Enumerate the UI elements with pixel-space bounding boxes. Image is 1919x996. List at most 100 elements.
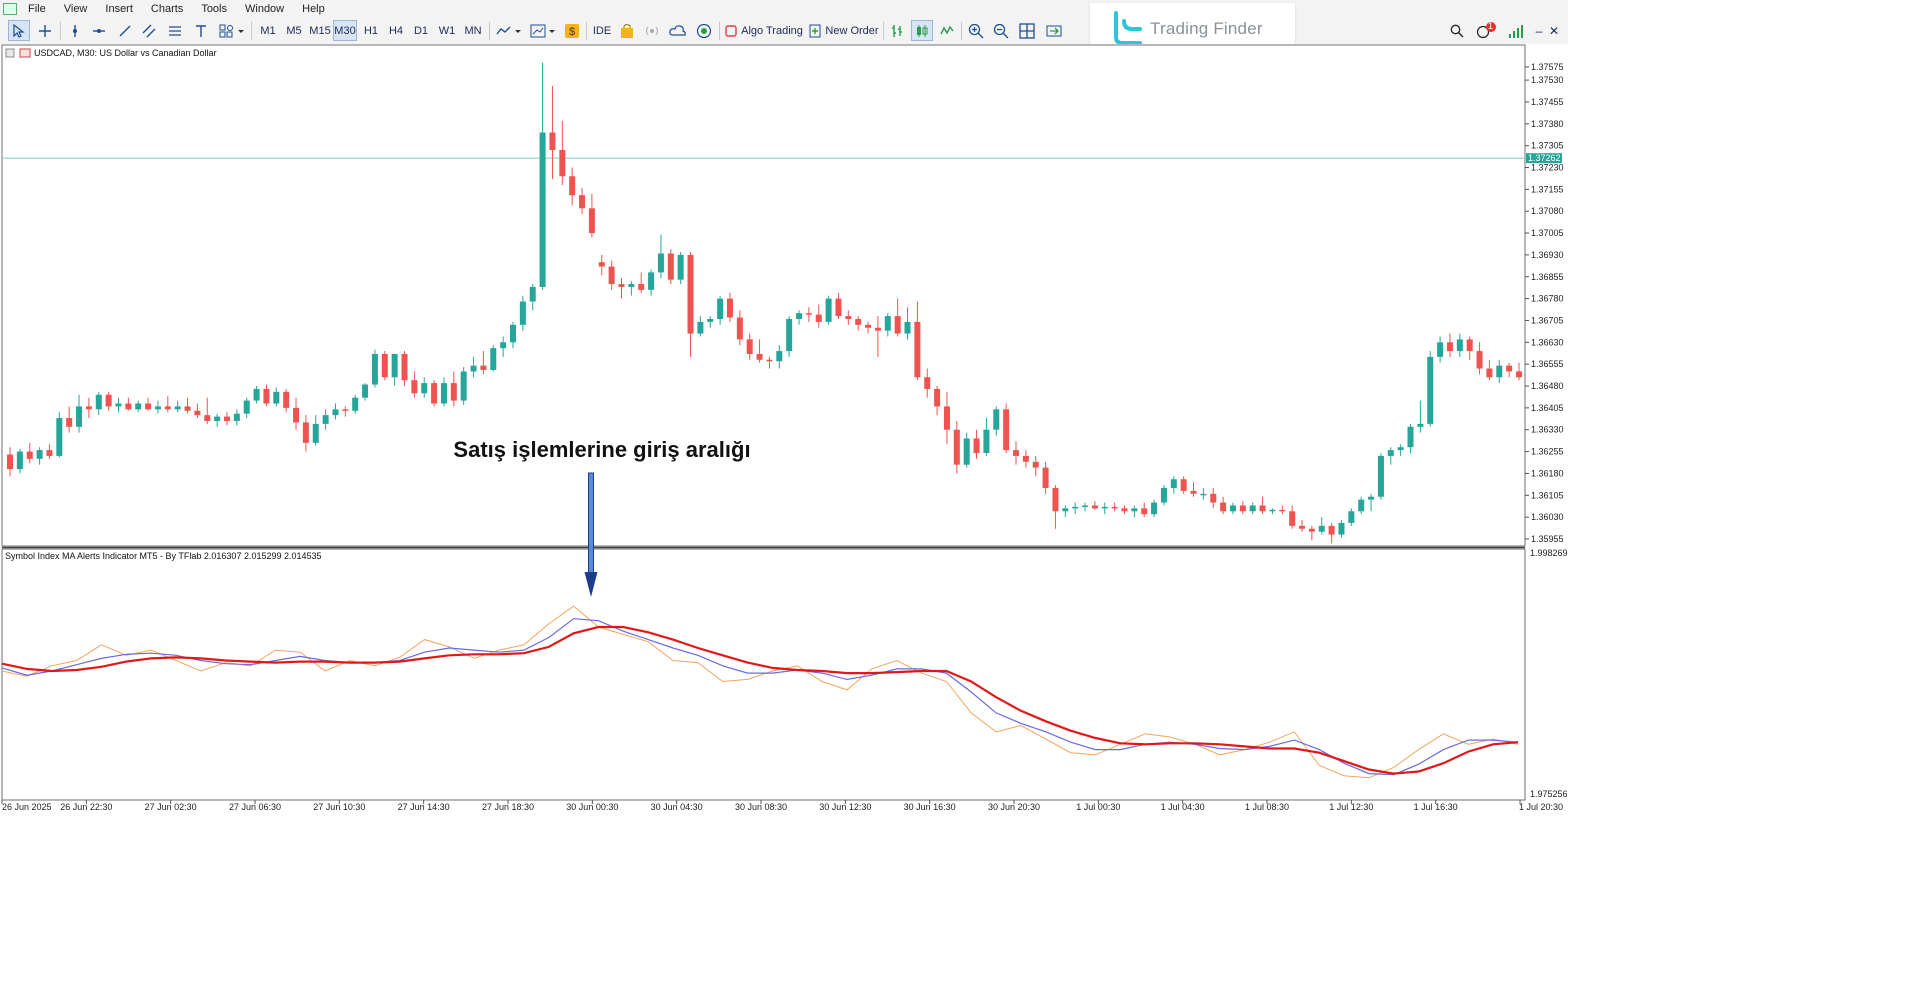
menu-tools[interactable]: Tools bbox=[192, 3, 236, 15]
candle-body bbox=[1121, 508, 1128, 512]
symbol-title: USDCAD, M30: US Dollar vs Canadian Dolla… bbox=[34, 48, 217, 58]
new-order-label: New Order bbox=[825, 24, 879, 37]
candle-body bbox=[1328, 525, 1335, 535]
zoom-out-icon[interactable] bbox=[990, 20, 1012, 41]
candle-body bbox=[115, 403, 122, 407]
candle-body bbox=[539, 132, 546, 287]
timeframe-w1[interactable]: W1 bbox=[435, 20, 459, 41]
timeframe-mn[interactable]: MN bbox=[460, 20, 486, 41]
candle-body bbox=[934, 388, 941, 407]
close-icon[interactable]: ✕ bbox=[1546, 20, 1562, 41]
candle bbox=[1160, 485, 1167, 506]
candle-body bbox=[746, 339, 753, 354]
candle-body bbox=[85, 406, 92, 410]
channel-icon[interactable] bbox=[138, 20, 160, 41]
candle-body bbox=[884, 316, 891, 331]
candle-body bbox=[865, 324, 872, 328]
candle bbox=[381, 351, 388, 381]
notifications-icon[interactable]: 1 bbox=[1474, 20, 1498, 41]
trading-finder-logo-icon bbox=[1114, 11, 1142, 45]
candle-body bbox=[1506, 365, 1513, 372]
candle-body bbox=[776, 351, 783, 362]
menu-charts[interactable]: Charts bbox=[142, 3, 192, 15]
autoscroll-icon[interactable] bbox=[1043, 20, 1065, 41]
candle-body bbox=[638, 284, 645, 290]
candlestick-icon[interactable] bbox=[911, 20, 933, 41]
chart-canvas[interactable]: 1.37575 1.37530 1.37455 1.37380 1.37305 1.372… bbox=[0, 44, 1568, 814]
timeframe-m30[interactable]: M30 bbox=[333, 20, 357, 41]
price-tick-label: 1.36330 bbox=[1531, 425, 1564, 435]
shopping-bag-icon[interactable] bbox=[617, 20, 637, 41]
horizontal-line-icon[interactable] bbox=[88, 20, 110, 41]
vps-icon[interactable] bbox=[693, 20, 715, 41]
line-chart-icon[interactable] bbox=[936, 20, 958, 41]
candle-body bbox=[943, 406, 950, 430]
price-tick-label: 1.36480 bbox=[1531, 381, 1564, 391]
algo-trading-button[interactable]: Algo Trading bbox=[724, 20, 804, 41]
bar-chart-icon[interactable] bbox=[886, 20, 908, 41]
timeframe-m1[interactable]: M1 bbox=[256, 20, 280, 41]
time-tick-label: 30 Jun 00:30 bbox=[566, 802, 618, 812]
timeframe-d1[interactable]: D1 bbox=[409, 20, 433, 41]
timeframe-m5[interactable]: M5 bbox=[282, 20, 306, 41]
current-price-label: 1.37262 bbox=[1528, 153, 1561, 163]
candle-body bbox=[26, 451, 33, 459]
candle-body bbox=[805, 313, 812, 315]
minimize-icon[interactable]: – bbox=[1531, 20, 1547, 41]
candle-body bbox=[648, 272, 655, 290]
candle-body bbox=[342, 409, 349, 411]
candle-body bbox=[233, 413, 240, 421]
menu-file[interactable]: File bbox=[19, 3, 55, 15]
grid-icon[interactable] bbox=[1016, 20, 1038, 41]
candle-body bbox=[1348, 511, 1355, 523]
price-tick-label: 1.37530 bbox=[1531, 75, 1564, 85]
search-icon[interactable] bbox=[1447, 20, 1467, 41]
candle-body bbox=[924, 377, 931, 389]
candle-body bbox=[1407, 426, 1414, 448]
timeframe-h4[interactable]: H4 bbox=[384, 20, 408, 41]
time-tick-label: 27 Jun 02:30 bbox=[145, 802, 197, 812]
candle-body bbox=[1200, 493, 1207, 496]
fibonacci-icon[interactable] bbox=[164, 20, 186, 41]
candle-body bbox=[76, 406, 83, 427]
time-tick-label: 26 Jun 2025 bbox=[2, 802, 52, 812]
price-tick-label: 1.36630 bbox=[1531, 337, 1564, 347]
indicators-dropdown-icon[interactable] bbox=[494, 20, 524, 41]
menu-window[interactable]: Window bbox=[236, 3, 293, 15]
candle bbox=[667, 249, 674, 285]
candle-body bbox=[164, 406, 171, 410]
candle-body bbox=[371, 353, 378, 385]
shapes-dropdown-icon[interactable] bbox=[216, 20, 248, 41]
zoom-in-icon[interactable] bbox=[965, 20, 987, 41]
trendline-icon[interactable] bbox=[114, 20, 136, 41]
menu-help[interactable]: Help bbox=[293, 3, 334, 15]
menu-view[interactable]: View bbox=[55, 3, 97, 15]
templates-dropdown-icon[interactable] bbox=[528, 20, 558, 41]
dollar-icon[interactable]: $ bbox=[562, 20, 582, 41]
cursor-tool-icon[interactable] bbox=[8, 20, 30, 41]
candle-body bbox=[421, 383, 428, 394]
candle-body bbox=[717, 298, 724, 320]
candle bbox=[490, 345, 497, 372]
timeframe-m15[interactable]: M15 bbox=[307, 20, 333, 41]
trading-finder-brand: Trading Finder bbox=[1150, 19, 1263, 38]
new-order-button[interactable]: New Order bbox=[808, 20, 880, 41]
indicator-tick-label: 1.998269 bbox=[1530, 548, 1568, 558]
timeframe-h1[interactable]: H1 bbox=[359, 20, 383, 41]
candle-body bbox=[1210, 493, 1217, 503]
candle-body bbox=[322, 415, 329, 424]
vertical-line-icon[interactable] bbox=[64, 20, 86, 41]
ide-button[interactable]: IDE bbox=[590, 20, 614, 41]
candle-body bbox=[983, 429, 990, 454]
text-tool-icon[interactable] bbox=[190, 20, 212, 41]
signal-icon[interactable] bbox=[642, 20, 662, 41]
candle-body bbox=[569, 176, 576, 196]
crosshair-icon[interactable] bbox=[34, 20, 56, 41]
cloud-icon[interactable] bbox=[667, 20, 689, 41]
candle-body bbox=[786, 319, 793, 352]
time-tick-label: 1 Jul 16:30 bbox=[1414, 802, 1458, 812]
menu-insert[interactable]: Insert bbox=[96, 3, 142, 15]
chart-window[interactable]: 1.37575 1.37530 1.37455 1.37380 1.37305 1.372… bbox=[0, 44, 1568, 814]
candle-body bbox=[1239, 505, 1246, 512]
time-tick-label: 27 Jun 06:30 bbox=[229, 802, 281, 812]
